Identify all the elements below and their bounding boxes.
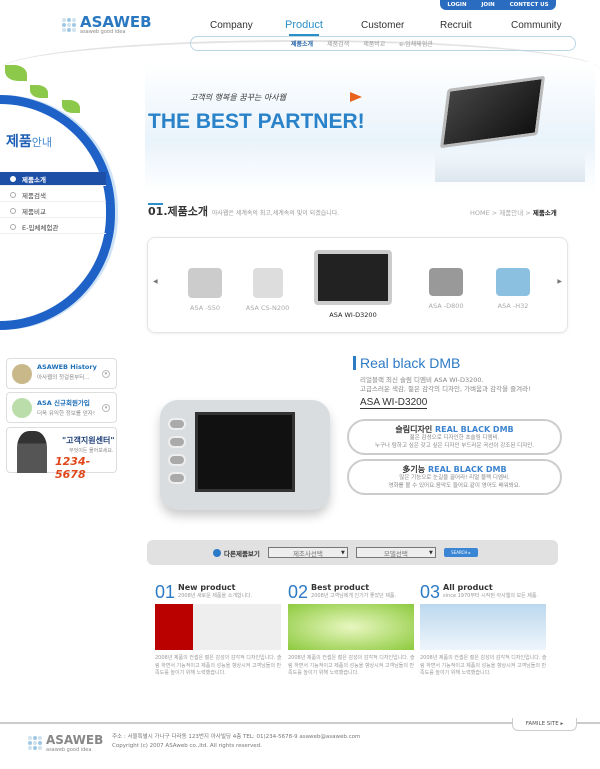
bullet-icon [10,223,16,230]
logo-dots-icon [62,18,76,32]
leaf-icon [62,100,80,113]
carousel-item-selected[interactable]: ASA WI-D3200 [313,250,393,319]
more-icon[interactable]: ▾ [102,404,110,412]
footer-logo: ASAWEB asaweb good idea [28,733,103,753]
sidebar-item-3d[interactable]: E-입체체험관 [0,220,106,234]
leaf-icon [30,85,48,98]
subnav-3d[interactable]: e-입체체험관 [399,39,432,48]
maker-select[interactable]: 제조사선택 [267,547,348,558]
feature-slim: 슬림디자인 REAL BLACK DMB 젊은 감성으로 디자인한 초슬림 디엠비… [347,419,562,455]
nav-recruit[interactable]: Recruit [440,20,472,31]
join-link[interactable]: JOIN [481,2,494,8]
email-thumbnail[interactable] [420,604,546,650]
nav-company[interactable]: Company [210,20,253,31]
bullet-icon [10,191,16,198]
bullet-icon [10,207,16,214]
footer-divider [0,722,600,724]
product-search-bar: 다른제품보기 제조사선택 모델선택 SEARCH ▸ [147,540,558,565]
carousel-item[interactable]: ASA CS-N200 [240,268,295,312]
lock-icon [12,398,32,418]
product-title: Real black DMB [353,356,460,370]
banner-title: THE BEST PARTNER! [148,110,365,133]
leaf-icon [5,65,27,81]
all-product-column: 03 All product since 1970부터 시작된 아사웹의 모든 제품… [420,582,547,676]
dmb-thumbnail[interactable] [288,604,414,650]
login-link[interactable]: LOGIN [447,2,466,8]
banner-subtitle: 고객의 행복을 꿈꾸는 아사웹 [190,93,286,102]
subnav: 제품소개 제품검색 제품비교 e-입체체험관 [190,36,576,51]
nav-customer[interactable]: Customer [361,20,404,31]
more-icon[interactable]: ▾ [102,370,110,378]
family-site-button[interactable]: FAMILE SITE ▸ [512,718,577,731]
play-icon [213,548,221,557]
carousel-item[interactable]: ASA -D800 [421,268,471,310]
product-model: ASA WI-D3200 [360,397,428,409]
sidebar-item-intro[interactable]: 제품소개 [0,172,106,186]
phone-number: 1234-5678 [55,455,91,481]
laptop-thumbnail[interactable] [155,604,281,650]
paper-plane-icon [350,92,362,102]
dmb-device-image [160,400,330,510]
customer-center[interactable]: "고객지원센터" 무엇이든 물어보세요. 1234-5678 [6,427,117,481]
product-desc: 리얼블랙 최신 슬림 디엠비 ASA WI-D3200. 고급스러운 색감, 젊은… [360,376,531,393]
logo[interactable]: ASAWEB asaweb good idea [62,15,152,35]
city-image [435,152,585,182]
clock-icon [12,364,32,384]
prev-arrow-icon[interactable]: ◀ [153,278,158,285]
carousel-item[interactable]: ASA -S50 [180,268,230,312]
banner: 고객의 행복을 꿈꾸는 아사웹 THE BEST PARTNER! [145,62,595,192]
nav-product[interactable]: Product [285,19,323,31]
signup-widget[interactable]: ASA 신규회원가입 더욱 유익한 정보를 얻자! ▾ [6,392,117,423]
search-button[interactable]: SEARCH ▸ [443,548,478,557]
top-links: LOGIN JOIN CONTECT US [440,0,556,10]
laptop-image [439,75,546,149]
contact-link[interactable]: CONTECT US [510,2,549,8]
section-title: 01.제품소개 아사웹은 세계속의 최고,세계속의 빛이 되겠습니다. [148,203,340,218]
nav-community[interactable]: Community [511,20,562,31]
sidebar-item-compare[interactable]: 제품비교 [0,204,106,218]
search-label: 다른제품보기 [213,548,260,558]
breadcrumb: HOME > 제품안내 > 제품소개 [470,209,557,217]
bullet-icon [10,175,16,182]
subnav-compare[interactable]: 제품비교 [363,39,385,48]
sidebar-item-search[interactable]: 제품검색 [0,188,106,202]
footer-info: 주소 : 서울특별시 가나구 다라동 123번지 아사빌딩 4층 TEL: 01… [112,734,361,749]
subnav-search[interactable]: 제품검색 [327,39,349,48]
operator-image [17,431,47,473]
model-select[interactable]: 모델선택 [355,547,436,558]
history-widget[interactable]: ASAWEB History 아사웹의 첫걸음부터... ▾ [6,358,117,389]
carousel-item[interactable]: ASA -H32 [488,268,538,310]
logo-name: ASAWEB [80,13,152,31]
product-carousel: ◀ ▶ ASA -S50 ASA CS-N200 ASA WI-D3200 AS… [147,237,568,333]
best-product-column: 02 Best product 2008년 고객님에게 인기가 좋았던 제품. 200… [288,582,415,676]
sidebar-title: 제품안내 [6,134,53,150]
new-product-column: 01 New product 2008년 새로운 제품을 소개합니다. 2008년 제… [155,582,282,676]
next-arrow-icon[interactable]: ▶ [557,278,562,285]
subnav-intro[interactable]: 제품소개 [291,39,313,48]
logo-dots-icon [28,736,42,750]
feature-multi: 多기능 REAL BLACK DMB 많은 기능으로 눈길을 끌어라! 리얼 블랙… [347,459,562,495]
